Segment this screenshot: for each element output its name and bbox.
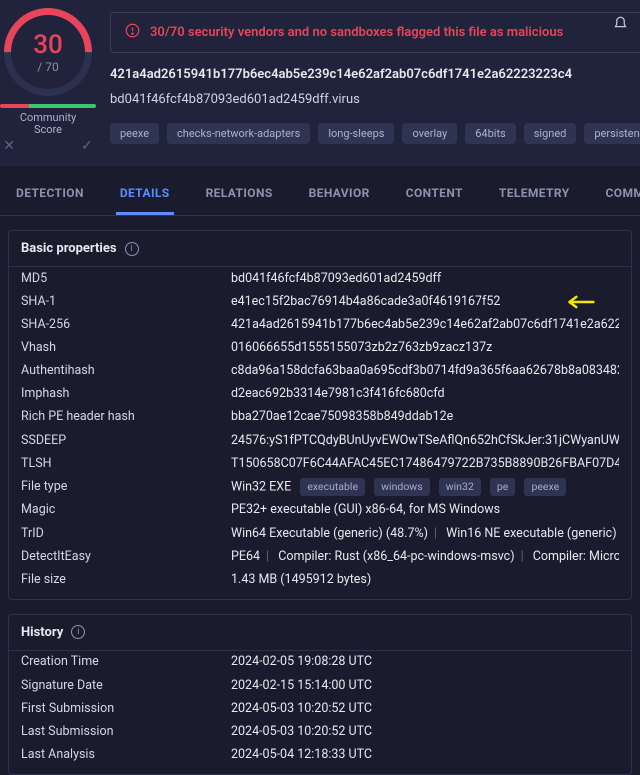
basic-properties-title: Basic properties — [21, 241, 117, 256]
filetype-tag[interactable]: executable — [300, 478, 365, 496]
info-icon[interactable]: i — [125, 242, 139, 256]
value-detectiteasy: PE64| Compiler: Rust (x86_64-pc-windows-… — [231, 548, 619, 566]
tag[interactable]: signed — [524, 123, 577, 144]
primary-hash: 421a4ad2615941b177b6ec4ab5e239c14e62af2a… — [110, 67, 640, 82]
tab-telemetry[interactable]: TELEMETRY — [495, 172, 574, 215]
filetype-tag[interactable]: peexe — [524, 478, 566, 496]
alert-icon — [125, 23, 140, 42]
label-last-analysis: Last Analysis — [21, 746, 231, 764]
value-signature-date: 2024-02-15 15:14:00 UTC — [231, 677, 619, 695]
filetype-tag[interactable]: windows — [374, 478, 429, 496]
value-sha256: 421a4ad2615941b177b6ec4ab5e239c14e62af2a… — [231, 316, 619, 334]
score-bar — [0, 104, 96, 108]
summary-panel: 30 / 70 Community Score ✕ ✓ 30/70 securi… — [0, 0, 640, 166]
arrow-left-icon — [561, 295, 595, 309]
value-sha1: e41ec15f2bac76914b4a86cade3a0f4619167f52 — [231, 293, 619, 311]
label-ssdeep: SSDEEP — [21, 432, 231, 450]
tag[interactable]: peexe — [110, 123, 159, 144]
score-total: / 70 — [37, 60, 58, 74]
tab-content[interactable]: CONTENT — [402, 172, 467, 215]
filetype-tag[interactable]: win32 — [439, 478, 481, 496]
label-authentihash: Authentihash — [21, 362, 231, 380]
label-first-submission: First Submission — [21, 700, 231, 718]
label-creation-time: Creation Time — [21, 653, 231, 671]
value-md5: bd041f46fcf4b87093ed601ad2459dff — [231, 270, 619, 288]
tag[interactable]: checks-network-adapters — [167, 123, 310, 144]
value-creation-time: 2024-02-05 19:08:28 UTC — [231, 653, 619, 671]
tab-bar: DETECTION DETAILS RELATIONS BEHAVIOR CON… — [0, 172, 640, 216]
label-trid: TrID — [21, 525, 231, 543]
label-signature-date: Signature Date — [21, 677, 231, 695]
score-flagged: 30 — [33, 30, 63, 60]
tab-community[interactable]: COMMUNITY — [602, 172, 640, 215]
label-last-submission: Last Submission — [21, 723, 231, 741]
value-vhash: 016066655d1555155073zb2z763zb9zacz137z — [231, 339, 619, 357]
value-last-analysis: 2024-05-04 12:18:33 UTC — [231, 746, 619, 764]
check-icon[interactable]: ✓ — [81, 138, 93, 154]
label-imphash: Imphash — [21, 385, 231, 403]
community-score-label: Community Score — [20, 112, 76, 136]
tag[interactable]: persistence — [584, 123, 640, 144]
label-filesize: File size — [21, 571, 231, 589]
value-first-submission: 2024-05-03 10:20:52 UTC — [231, 700, 619, 718]
label-detectiteasy: DetectItEasy — [21, 548, 231, 566]
malicious-banner: 30/70 security vendors and no sandboxes … — [110, 12, 640, 53]
label-tlsh: TLSH — [21, 455, 231, 473]
value-ssdeep: 24576:yS1fPTCQdyBUnUyvEWOwTSeAflQn652hCf… — [231, 432, 619, 450]
tab-details[interactable]: DETAILS — [116, 172, 174, 215]
value-imphash: d2eac692b3314e7981c3f416fc680cfd — [231, 385, 619, 403]
value-last-submission: 2024-05-03 10:20:52 UTC — [231, 723, 619, 741]
score-block: 30 / 70 Community Score ✕ ✓ — [0, 8, 96, 154]
history-section: History i Creation Time2024-02-05 19:08:… — [8, 614, 632, 775]
label-filetype: File type — [21, 478, 231, 497]
info-icon[interactable]: i — [71, 625, 85, 639]
malicious-banner-text: 30/70 security vendors and no sandboxes … — [150, 25, 563, 40]
value-trid: Win64 Executable (generic) (48.7%)| Win1… — [231, 525, 619, 543]
score-ring: 30 / 70 — [4, 8, 92, 96]
label-rich: Rich PE header hash — [21, 408, 231, 426]
value-rich: bba270ae12cae75098358b849ddab12e — [231, 408, 619, 426]
value-filesize: 1.43 MB (1495912 bytes) — [231, 571, 619, 589]
value-tlsh: T150658C07F6C44AFAC45EC17486479722B735B8… — [231, 455, 619, 473]
history-title: History — [21, 625, 63, 640]
label-vhash: Vhash — [21, 339, 231, 357]
tag[interactable]: long-sleeps — [318, 123, 394, 144]
tab-relations[interactable]: RELATIONS — [202, 172, 277, 215]
close-icon[interactable]: ✕ — [3, 138, 15, 154]
label-magic: Magic — [21, 501, 231, 519]
file-name: bd041f46fcf4b87093ed601ad2459dff.virus — [110, 92, 640, 107]
bell-icon[interactable] — [613, 16, 628, 35]
tab-detection[interactable]: DETECTION — [12, 172, 88, 215]
tag[interactable]: 64bits — [465, 123, 516, 144]
label-sha256: SHA-256 — [21, 316, 231, 334]
value-authentihash: c8da96a158dcfa63baa0a695cdf3b0714fd9a365… — [231, 362, 619, 380]
tag[interactable]: overlay — [402, 123, 457, 144]
value-filetype: Win32 EXE executable windows win32 pe pe… — [231, 478, 619, 497]
tag-row: peexe checks-network-adapters long-sleep… — [110, 123, 640, 144]
filetype-tag[interactable]: pe — [490, 478, 515, 496]
label-sha1: SHA-1 — [21, 293, 231, 311]
basic-properties-section: Basic properties i MD5bd041f46fcf4b87093… — [8, 230, 632, 600]
value-magic: PE32+ executable (GUI) x86-64, for MS Wi… — [231, 501, 619, 519]
tab-behavior[interactable]: BEHAVIOR — [305, 172, 374, 215]
label-md5: MD5 — [21, 270, 231, 288]
